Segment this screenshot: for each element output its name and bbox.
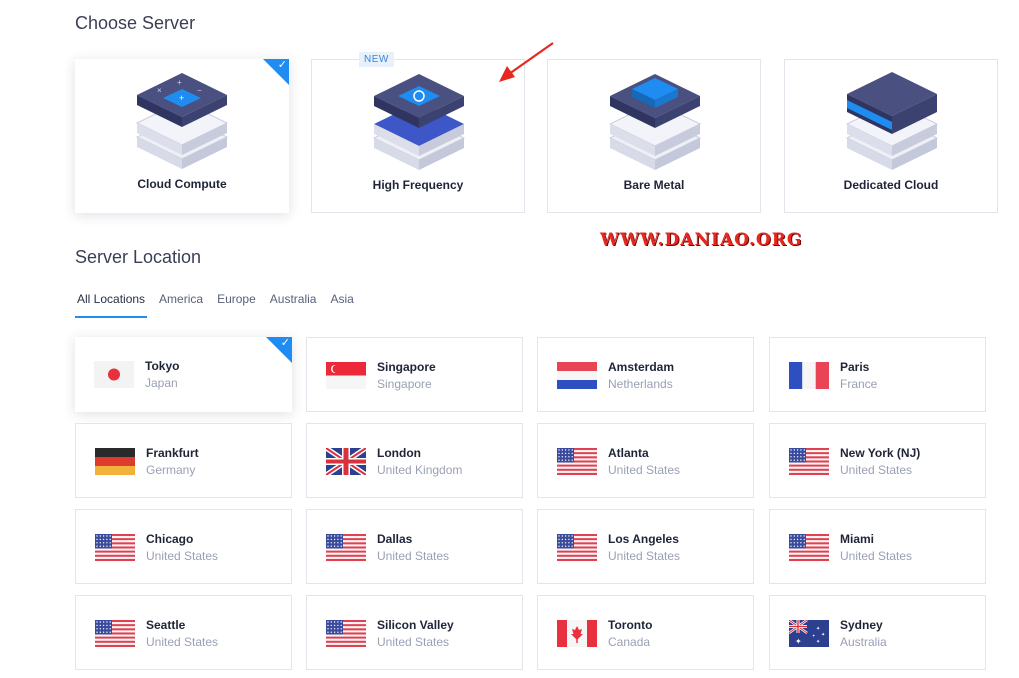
selected-check-icon: ✓ [266, 337, 292, 363]
svg-text:✦: ✦ [795, 637, 802, 646]
server-card-label: Bare Metal [623, 178, 685, 192]
australia-flag-icon: ✦ ✦ ✦ ✦ ✦ [789, 620, 829, 647]
location-tabs: All Locations America Europe Australia A… [75, 289, 366, 318]
tab-australia[interactable]: Australia [268, 289, 319, 318]
usa-flag-icon [557, 448, 597, 475]
server-location-title: Server Location [75, 247, 202, 267]
choose-server-title: Choose Server [75, 13, 196, 33]
location-country: United Kingdom [377, 463, 463, 477]
location-card-paris[interactable]: Paris France [769, 337, 986, 412]
location-card-seattle[interactable]: Seattle United States [75, 595, 292, 670]
usa-flag-icon [789, 534, 829, 561]
server-card-label: Dedicated Cloud [843, 178, 939, 192]
server-card-cloud-compute[interactable]: + + − × Cloud Compute ✓ [75, 59, 289, 213]
uk-flag-icon [326, 448, 366, 475]
location-country: United States [608, 463, 681, 477]
new-badge: NEW [359, 52, 394, 67]
location-card-los-angeles[interactable]: Los Angeles United States [537, 509, 754, 584]
dedicated-cloud-icon [845, 72, 939, 170]
location-card-frankfurt[interactable]: Frankfurt Germany [75, 423, 292, 498]
location-country: United States [608, 549, 681, 563]
location-country: Japan [145, 376, 178, 390]
canada-flag-icon [557, 620, 597, 647]
france-flag-icon [789, 362, 829, 389]
annotation-arrow-icon [499, 42, 554, 82]
location-card-toronto[interactable]: Toronto Canada [537, 595, 754, 670]
server-card-label: High Frequency [372, 178, 464, 192]
location-card-miami[interactable]: Miami United States [769, 509, 986, 584]
server-card-bare-metal[interactable]: Bare Metal [547, 59, 761, 213]
tab-europe[interactable]: Europe [215, 289, 258, 318]
usa-flag-icon [326, 620, 366, 647]
svg-text:✦: ✦ [821, 632, 825, 638]
location-city: Seattle [146, 618, 186, 632]
location-country: United States [377, 549, 450, 563]
location-city: Miami [840, 532, 875, 546]
location-city: Chicago [146, 532, 194, 546]
selected-check-icon: ✓ [263, 59, 289, 85]
usa-flag-icon [789, 448, 829, 475]
location-card-sydney[interactable]: ✦ ✦ ✦ ✦ ✦ Sydney Australia [769, 595, 986, 670]
netherlands-flag-icon [557, 362, 597, 389]
location-country: Canada [608, 635, 651, 649]
bare-metal-icon [608, 74, 702, 170]
location-card-amsterdam[interactable]: Amsterdam Netherlands [537, 337, 754, 412]
svg-text:+: + [177, 78, 182, 87]
tab-america[interactable]: America [157, 289, 205, 318]
location-card-silicon-valley[interactable]: Silicon Valley United States [306, 595, 523, 670]
location-country: United States [146, 635, 219, 649]
svg-text:✦: ✦ [816, 639, 820, 645]
watermark: WWW.DANIAO.ORG [600, 230, 803, 250]
japan-flag-icon [94, 361, 134, 388]
location-card-singapore[interactable]: Singapore Singapore [306, 337, 523, 412]
svg-text:✦: ✦ [816, 626, 820, 632]
location-city: New York (NJ) [840, 446, 921, 460]
location-city: Toronto [608, 618, 653, 632]
location-card-london[interactable]: London United Kingdom [306, 423, 523, 498]
tab-all-locations[interactable]: All Locations [75, 289, 148, 318]
location-city: Frankfurt [146, 446, 199, 460]
svg-text:−: − [197, 86, 202, 95]
singapore-flag-icon [326, 362, 366, 389]
location-city: London [377, 446, 421, 460]
high-frequency-icon [372, 74, 466, 170]
usa-flag-icon [557, 534, 597, 561]
location-country: Australia [840, 635, 887, 649]
location-city: Amsterdam [608, 360, 675, 374]
germany-flag-icon [95, 448, 135, 475]
location-city: Silicon Valley [377, 618, 454, 632]
location-country: France [840, 377, 878, 391]
location-city: Singapore [377, 360, 436, 374]
svg-text:+: + [179, 93, 184, 103]
svg-text:×: × [157, 86, 162, 95]
location-country: United States [146, 549, 219, 563]
cloud-compute-icon: + + − × [135, 73, 229, 169]
usa-flag-icon [95, 620, 135, 647]
location-city: Paris [840, 360, 870, 374]
location-card-chicago[interactable]: Chicago United States [75, 509, 292, 584]
server-card-label: Cloud Compute [137, 177, 227, 191]
location-country: United States [840, 549, 913, 563]
location-card-dallas[interactable]: Dallas United States [306, 509, 523, 584]
location-card-tokyo[interactable]: Tokyo Japan ✓ [75, 337, 292, 412]
location-country: Germany [146, 463, 196, 477]
server-card-high-frequency[interactable]: NEW High Frequency [311, 52, 525, 213]
server-card-dedicated-cloud[interactable]: Dedicated Cloud [784, 59, 998, 213]
location-city: Los Angeles [608, 532, 679, 546]
location-city: Dallas [377, 532, 413, 546]
location-country: Singapore [377, 377, 432, 391]
location-city: Atlanta [608, 446, 649, 460]
location-country: United States [840, 463, 913, 477]
tab-asia[interactable]: Asia [328, 289, 355, 318]
location-country: United States [377, 635, 450, 649]
location-country: Netherlands [608, 377, 673, 391]
usa-flag-icon [95, 534, 135, 561]
location-city: Sydney [840, 618, 883, 632]
usa-flag-icon [326, 534, 366, 561]
location-card-atlanta[interactable]: Atlanta United States [537, 423, 754, 498]
location-city: Tokyo [145, 359, 180, 373]
location-card-new-york[interactable]: New York (NJ) United States [769, 423, 986, 498]
